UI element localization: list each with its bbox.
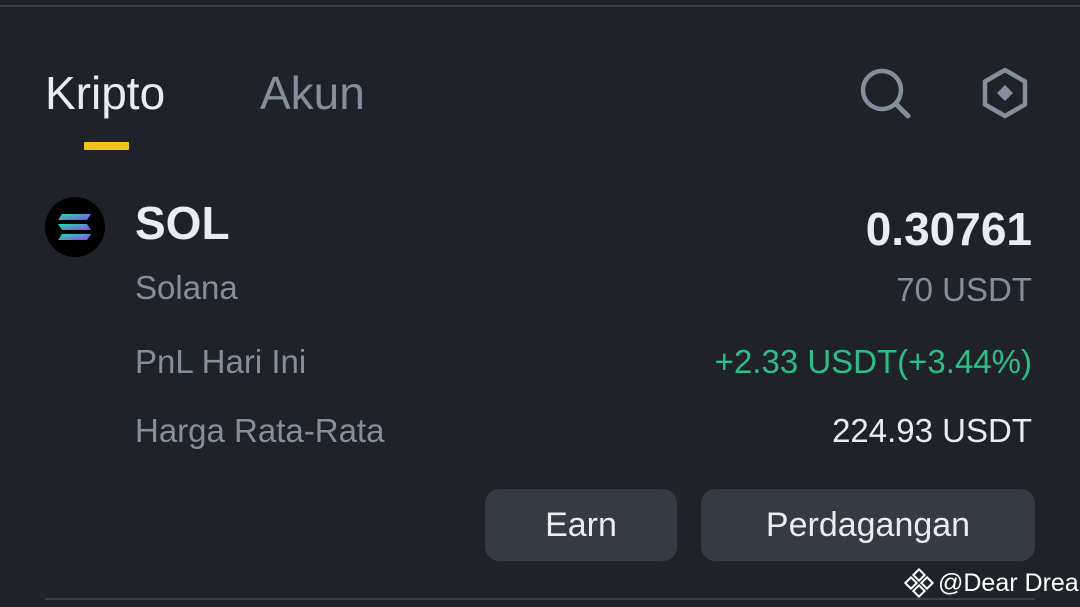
top-divider [0, 5, 1080, 7]
binance-logo-icon [904, 568, 934, 598]
trade-button[interactable]: Perdagangan [701, 489, 1035, 561]
asset-symbol: SOL [135, 197, 230, 249]
asset-amount: 0.30761 [865, 203, 1032, 255]
tab-akun[interactable]: Akun [260, 66, 365, 120]
avg-price-label: Harga Rata-Rata [135, 412, 385, 449]
watermark: @Dear Drea [904, 566, 1079, 600]
hexagon-settings-icon[interactable] [978, 66, 1032, 120]
avg-price-value: 224.93 USDT [832, 412, 1032, 449]
pnl-label: PnL Hari Ini [135, 343, 307, 380]
tab-kripto[interactable]: Kripto [45, 66, 165, 120]
solana-logo-icon [45, 197, 105, 257]
search-icon[interactable] [858, 66, 912, 120]
active-tab-indicator [84, 142, 129, 150]
asset-value: 70 USDT [896, 271, 1032, 308]
watermark-text: @Dear Drea [938, 568, 1079, 597]
earn-button[interactable]: Earn [485, 489, 677, 561]
pnl-value: +2.33 USDT(+3.44%) [714, 343, 1032, 380]
asset-name: Solana [135, 269, 238, 306]
bottom-divider [45, 598, 1035, 600]
